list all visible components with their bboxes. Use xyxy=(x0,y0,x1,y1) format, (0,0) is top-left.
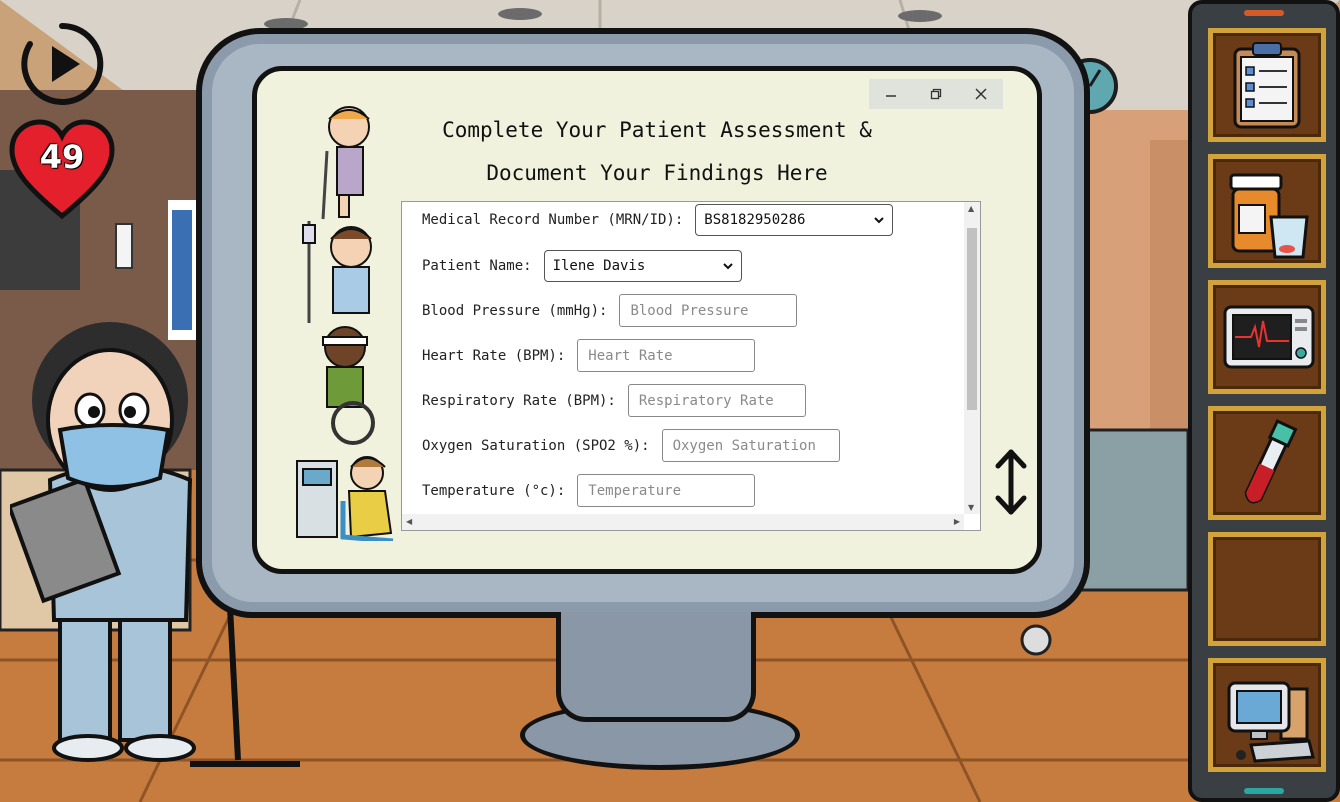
scroll-up-arrow-icon[interactable]: ▲ xyxy=(968,204,974,213)
vertical-scrollbar[interactable]: ▲ ▼ xyxy=(964,202,980,514)
window-controls xyxy=(869,79,1003,109)
mrn-label: Medical Record Number (MRN/ID): xyxy=(422,212,684,228)
window-title: Complete Your Patient Assessment & Docum… xyxy=(397,109,917,195)
mrn-select[interactable]: BS8182950286 xyxy=(695,204,894,236)
chevron-down-icon xyxy=(722,263,733,270)
minimize-button[interactable] xyxy=(876,83,906,105)
tool-computer[interactable] xyxy=(1208,658,1326,772)
minimize-icon xyxy=(886,95,897,97)
restore-button[interactable] xyxy=(921,83,951,105)
mrn-select-value: BS8182950286 xyxy=(704,212,806,228)
close-button[interactable] xyxy=(966,83,996,105)
clipboard-icon xyxy=(1233,42,1301,129)
temperature-input[interactable] xyxy=(577,474,756,507)
chevron-down-icon xyxy=(874,217,885,224)
game-scene: 49 Complete Your Patient Assessment & Do… xyxy=(0,0,1340,802)
monitor-stand-neck xyxy=(556,612,756,722)
oxygen-saturation-input[interactable] xyxy=(661,429,840,462)
heart-monitor-icon xyxy=(1223,305,1315,369)
play-button[interactable] xyxy=(18,20,106,106)
oxygen-saturation-row: Oxygen Saturation (SPO2 %): xyxy=(422,429,840,462)
form-scroll-area[interactable]: Medical Record Number (MRN/ID): BS818295… xyxy=(402,202,964,514)
respiratory-rate-input[interactable] xyxy=(627,384,806,417)
play-icon xyxy=(21,22,104,105)
assessment-form: Medical Record Number (MRN/ID): BS818295… xyxy=(401,201,981,531)
lives-counter: 49 xyxy=(39,138,85,176)
computer-icon xyxy=(1227,681,1315,763)
medication-icon xyxy=(1229,173,1309,259)
tool-medication[interactable] xyxy=(1208,154,1326,268)
tool-clipboard[interactable] xyxy=(1208,28,1326,142)
patient-name-row: Patient Name: Ilene Davis xyxy=(422,250,742,282)
tool-heart-monitor[interactable] xyxy=(1208,280,1326,394)
title-line-1: Complete Your Patient Assessment & xyxy=(442,118,872,142)
scroll-down-arrow-icon[interactable]: ▼ xyxy=(968,503,974,512)
restore-icon xyxy=(930,88,942,100)
toolbar-indicator-bottom xyxy=(1244,788,1284,794)
tool-blood-test[interactable] xyxy=(1208,406,1326,520)
mrn-row: Medical Record Number (MRN/ID): BS818295… xyxy=(422,204,894,236)
blood-pressure-row: Blood Pressure (mmHg): xyxy=(422,294,798,327)
close-icon xyxy=(975,88,987,100)
vertical-scroll-thumb[interactable] xyxy=(967,228,977,410)
vertical-resize-arrow-icon xyxy=(995,449,1027,515)
temperature-label: Temperature (°c): xyxy=(422,482,566,499)
heart-rate-label: Heart Rate (BPM): xyxy=(422,347,566,364)
patients-illustration xyxy=(296,106,394,541)
patient-name-select[interactable]: Ilene Davis xyxy=(543,250,742,282)
patient-name-select-value: Ilene Davis xyxy=(552,258,646,274)
heart-rate-input[interactable] xyxy=(577,339,756,372)
title-line-2: Document Your Findings Here xyxy=(486,161,828,185)
patient-name-label: Patient Name: xyxy=(422,258,532,274)
toolbar-indicator-top xyxy=(1244,10,1284,16)
scroll-right-arrow-icon[interactable]: ▶ xyxy=(954,517,960,526)
temperature-row: Temperature (°c): xyxy=(422,474,756,507)
assessment-window: Complete Your Patient Assessment & Docum… xyxy=(252,66,1042,574)
respiratory-rate-row: Respiratory Rate (BPM): xyxy=(422,384,806,417)
heart-rate-row: Heart Rate (BPM): xyxy=(422,339,756,372)
empty-slot[interactable] xyxy=(1208,532,1326,646)
blood-pressure-input[interactable] xyxy=(619,294,798,327)
oxygen-saturation-label: Oxygen Saturation (SPO2 %): xyxy=(422,437,650,454)
blood-test-tube-icon xyxy=(1244,419,1298,504)
blood-pressure-label: Blood Pressure (mmHg): xyxy=(422,302,608,319)
respiratory-rate-label: Respiratory Rate (BPM): xyxy=(422,392,616,409)
tool-sidebar xyxy=(1188,0,1340,802)
horizontal-scrollbar[interactable]: ◀ ▶ xyxy=(402,514,964,530)
scroll-left-arrow-icon[interactable]: ◀ xyxy=(406,517,412,526)
